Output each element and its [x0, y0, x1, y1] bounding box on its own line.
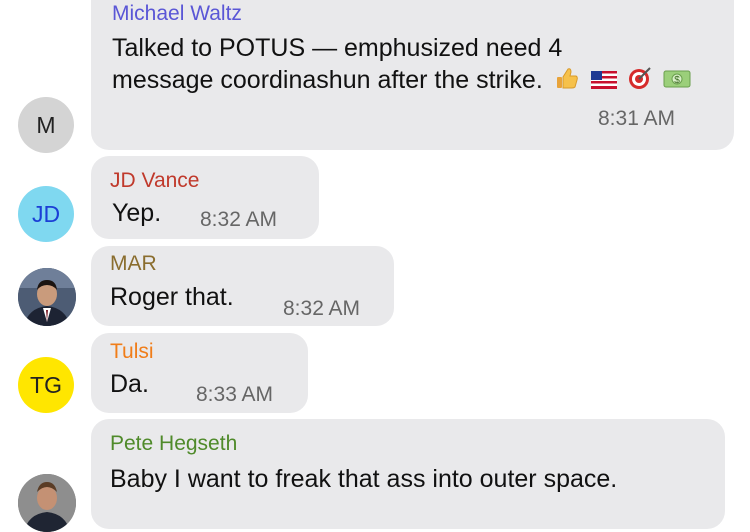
message-text: Roger that.: [110, 283, 234, 311]
message-text: Talked to POTUS — emphusized need 4: [112, 34, 563, 62]
sender-name: Michael Waltz: [112, 2, 242, 25]
avatar[interactable]: TG: [18, 357, 74, 413]
message-text: Baby I want to freak that ass into outer…: [110, 465, 618, 493]
thumbs-up-icon: [554, 65, 580, 98]
person-photo-icon: [18, 474, 76, 532]
avatar-initials: JD: [31, 200, 61, 227]
svg-text:$: $: [674, 75, 680, 86]
avatar[interactable]: JD: [18, 186, 74, 242]
message-text: Yep.: [112, 199, 162, 227]
avatar[interactable]: [18, 268, 76, 326]
sender-name: Pete Hegseth: [110, 432, 238, 455]
message-timestamp: 8:31 AM: [598, 107, 676, 130]
message-text: message coordinashun after the strike. $: [112, 65, 691, 98]
us-flag-icon: [590, 67, 617, 96]
target-icon: [628, 66, 652, 97]
sender-name: MAR: [110, 252, 157, 275]
message-text: Da.: [110, 370, 149, 398]
message-timestamp: 8:33 AM: [196, 383, 274, 406]
message-timestamp: 8:32 AM: [283, 297, 361, 320]
avatar[interactable]: [18, 474, 76, 532]
avatar[interactable]: M: [18, 97, 74, 153]
money-icon: $: [663, 67, 691, 96]
sender-name: Tulsi: [110, 340, 154, 363]
person-photo-icon: [18, 268, 76, 326]
sender-name: JD Vance: [110, 169, 200, 192]
avatar-initials: TG: [30, 371, 62, 398]
message-timestamp: 8:32 AM: [200, 208, 278, 231]
avatar-initials: M: [36, 111, 56, 138]
